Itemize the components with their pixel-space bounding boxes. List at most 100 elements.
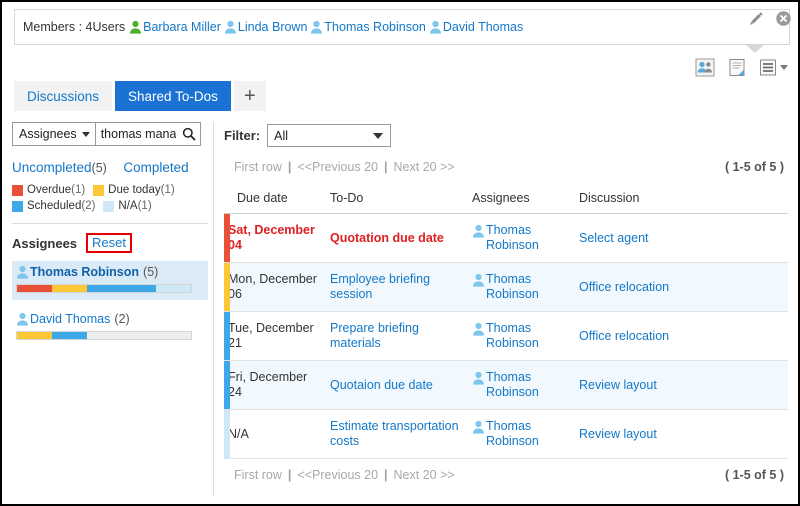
- progress-segment: [156, 285, 191, 292]
- todo-table: Due date To-Do Assignees Discussion Sat,…: [224, 185, 788, 459]
- assignee-link[interactable]: Thomas Robinson: [486, 370, 571, 400]
- status-legend: Overdue (1) Due today (1) Scheduled (2) N/A (1…: [12, 182, 208, 214]
- discussion-link[interactable]: Review layout: [579, 427, 657, 441]
- assignee-link[interactable]: Thomas Robinson: [486, 272, 571, 302]
- member-link[interactable]: Thomas Robinson: [310, 20, 426, 34]
- cell-due-date: Sat, December 04: [224, 213, 326, 263]
- tab-shared-todos[interactable]: Shared To-Dos: [115, 81, 231, 111]
- cell-discussion: Review layout: [575, 409, 788, 459]
- progress-segment: [86, 285, 157, 292]
- user-icon: [473, 420, 484, 434]
- pager-next[interactable]: Next 20 >>: [394, 468, 455, 482]
- todo-link[interactable]: Quotation due date: [330, 231, 444, 245]
- todo-link[interactable]: Quotaion due date: [330, 378, 433, 392]
- discussion-link[interactable]: Office relocation: [579, 280, 669, 294]
- search-icon: [182, 127, 196, 141]
- assignee-link[interactable]: Thomas Robinson: [486, 321, 571, 351]
- user-icon: [473, 273, 484, 287]
- pager-sep: |: [287, 468, 292, 482]
- legend-item: Scheduled (2): [12, 198, 95, 214]
- table-row: N/A Estimate transportation costs Thomas R…: [224, 409, 788, 459]
- legend-item: Due today (1): [93, 182, 175, 198]
- assignees-title: Assignees: [12, 235, 78, 251]
- cell-due-date: Mon, December 06: [224, 262, 326, 312]
- pager-count: ( 1-5 of 5 ): [724, 160, 784, 174]
- todo-link[interactable]: Employee briefing session: [330, 272, 430, 301]
- user-icon: [311, 20, 323, 34]
- assignee-cell: Thomas Robinson: [472, 272, 571, 302]
- pager-count: ( 1-5 of 5 ): [724, 468, 784, 482]
- search-scope-select[interactable]: Assignees: [13, 123, 96, 145]
- due-date-text: Mon, December 06: [228, 272, 317, 301]
- assignees-header: Assignees Reset: [12, 233, 208, 253]
- progress-segment: [17, 332, 52, 339]
- assignee-progress-bar: [16, 331, 192, 340]
- column-header-assignees: Assignees: [468, 185, 575, 214]
- search-button[interactable]: [178, 123, 200, 145]
- legend-swatch: [12, 200, 23, 212]
- member-link[interactable]: David Thomas: [429, 20, 523, 34]
- todo-link[interactable]: Estimate transportation costs: [330, 419, 459, 448]
- discussion-link[interactable]: Office relocation: [579, 329, 669, 343]
- reset-link[interactable]: Reset: [92, 235, 126, 250]
- assignee-link[interactable]: Thomas Robinson: [486, 419, 571, 449]
- status-link-uncompleted[interactable]: Uncompleted(5): [12, 160, 107, 175]
- assignee-filter-item[interactable]: Thomas Robinson (5): [12, 261, 208, 300]
- column-header-discussion: Discussion: [575, 185, 788, 214]
- members-expand-caret-icon[interactable]: [746, 45, 764, 53]
- pager-next[interactable]: Next 20 >>: [394, 160, 455, 174]
- assignee-name[interactable]: David Thomas: [30, 312, 110, 326]
- progress-segment: [51, 332, 87, 339]
- legend-count: (1): [137, 200, 152, 212]
- filter-select[interactable]: All: [267, 124, 392, 147]
- assignee-name-row: Thomas Robinson (5): [16, 265, 202, 279]
- user-icon: [17, 265, 28, 279]
- assignee-link[interactable]: Thomas Robinson: [486, 223, 571, 253]
- discussion-link[interactable]: Review layout: [579, 378, 657, 392]
- due-date-text: Fri, December 24: [228, 370, 308, 399]
- add-members-icon[interactable]: [695, 58, 715, 77]
- progress-segment: [51, 285, 87, 292]
- pager-previous[interactable]: <<Previous 20: [297, 468, 378, 482]
- user-icon: [429, 20, 441, 34]
- legend-count: (1): [160, 184, 175, 196]
- add-tab-button[interactable]: +: [233, 81, 266, 111]
- status-link-completed[interactable]: Completed: [123, 160, 188, 175]
- main-content: Filter: All First row | <<Previous 20 | …: [224, 124, 788, 482]
- discussion-link[interactable]: Select agent: [579, 231, 649, 245]
- toolbar-icons: [695, 58, 788, 77]
- legend-swatch: [93, 184, 105, 196]
- pager-first-row[interactable]: First row: [234, 468, 282, 482]
- chevron-down-icon: [81, 131, 90, 137]
- assignee-filter-item[interactable]: David Thomas (2): [12, 308, 208, 347]
- cell-discussion: Review layout: [575, 360, 788, 410]
- assignee-name[interactable]: Thomas Robinson: [30, 265, 139, 279]
- panel-divider: [213, 122, 214, 496]
- cell-discussion: Office relocation: [575, 311, 788, 361]
- list-menu-icon[interactable]: [759, 58, 788, 77]
- close-circle-icon[interactable]: [775, 10, 792, 27]
- cell-discussion: Office relocation: [575, 262, 788, 312]
- pager-previous[interactable]: <<Previous 20: [297, 160, 378, 174]
- cell-assignees: Thomas Robinson: [468, 360, 575, 410]
- member-link[interactable]: Linda Brown: [224, 20, 307, 34]
- search-input[interactable]: [95, 123, 178, 145]
- cell-todo: Quotaion due date: [326, 360, 468, 410]
- memo-icon[interactable]: [728, 58, 746, 77]
- pager-sep: |: [384, 160, 388, 174]
- legend-label: Scheduled: [27, 200, 82, 212]
- pager-first-row[interactable]: First row: [234, 160, 282, 174]
- cell-discussion: Select agent: [575, 213, 788, 263]
- filter-row: Filter: All: [224, 124, 788, 147]
- legend-label: N/A: [118, 200, 138, 212]
- todo-link[interactable]: Prepare briefing materials: [330, 321, 419, 350]
- member-link[interactable]: Barbara Miller: [129, 20, 221, 34]
- pager-sep: |: [384, 468, 388, 482]
- member-name: Barbara Miller: [143, 20, 221, 34]
- tab-discussions[interactable]: Discussions: [14, 81, 113, 111]
- members-count-label: Members : 4Users: [23, 20, 126, 34]
- table-header-row: Due date To-Do Assignees Discussion: [224, 185, 788, 214]
- cell-assignees: Thomas Robinson: [468, 262, 575, 312]
- pencil-icon[interactable]: [748, 10, 765, 27]
- legend-label: Overdue: [27, 184, 72, 196]
